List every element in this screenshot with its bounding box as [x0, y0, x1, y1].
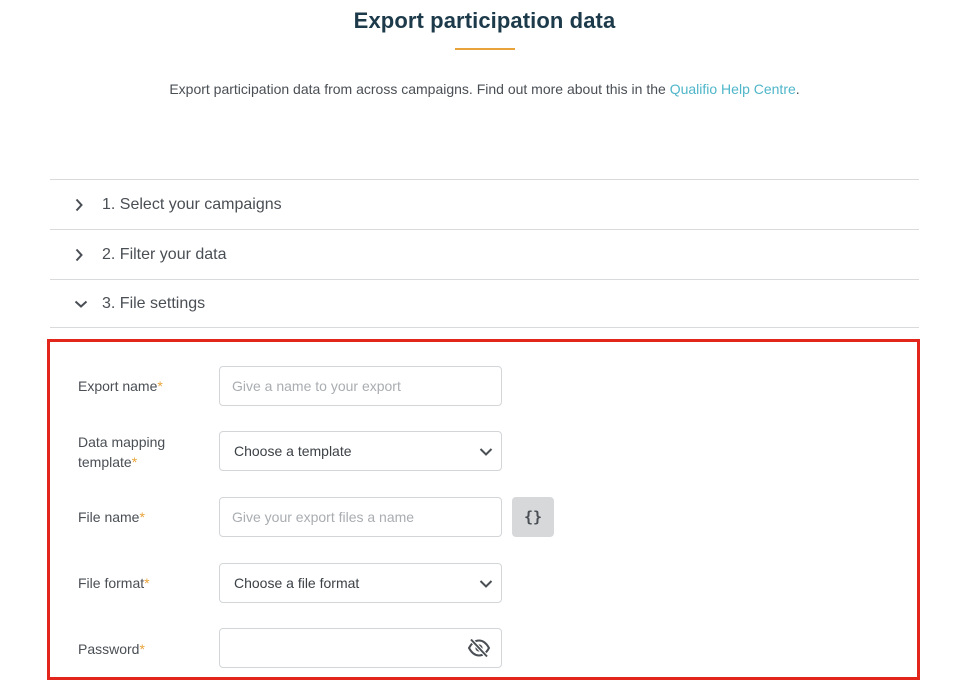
required-marker: *: [144, 575, 150, 591]
file-format-label: File format*: [78, 573, 150, 593]
chevron-down-icon: [479, 445, 493, 461]
password-label: Password*: [78, 639, 145, 659]
insert-variable-button[interactable]: {}: [512, 497, 554, 537]
accordion-section-file-settings[interactable]: 3. File settings: [50, 279, 919, 328]
export-name-input[interactable]: Give a name to your export: [219, 366, 502, 406]
export-name-label: Export name*: [78, 376, 163, 396]
eye-slash-icon[interactable]: [467, 638, 491, 661]
file-settings-panel: Export name* Give a name to your export …: [47, 339, 920, 680]
template-label: Data mapping template*: [78, 432, 165, 472]
file-format-label-text: File format: [78, 575, 145, 591]
accordion-section-campaigns[interactable]: 1. Select your campaigns: [50, 179, 919, 229]
file-name-label-text: File name: [78, 509, 140, 525]
page-subtitle: Export participation data from across ca…: [0, 81, 969, 97]
subtitle-end: .: [795, 81, 800, 97]
chevron-right-icon: [50, 248, 102, 262]
chevron-down-icon: [50, 299, 102, 309]
file-name-label: File name*: [78, 507, 145, 527]
accordion-section-label: 2. Filter your data: [102, 245, 227, 263]
file-name-input[interactable]: Give your export files a name: [219, 497, 502, 537]
export-steps-accordion: 1. Select your campaigns 2. Filter your …: [50, 179, 919, 328]
template-select[interactable]: Choose a template: [219, 431, 502, 471]
required-marker: *: [139, 641, 145, 657]
accordion-section-label: 1. Select your campaigns: [102, 195, 282, 213]
password-input[interactable]: [219, 628, 502, 668]
accordion-section-filter[interactable]: 2. Filter your data: [50, 229, 919, 279]
password-label-text: Password: [78, 641, 140, 657]
chevron-right-icon: [50, 198, 102, 212]
accordion-section-label: 3. File settings: [102, 294, 206, 312]
template-label-line2: template: [78, 454, 132, 470]
required-marker: *: [157, 378, 163, 394]
page-title: Export participation data: [353, 8, 616, 33]
file-format-select[interactable]: Choose a file format: [219, 563, 502, 603]
required-marker: *: [131, 454, 138, 470]
export-name-label-text: Export name: [78, 378, 158, 394]
template-label-line1: Data mapping: [78, 434, 166, 450]
chevron-down-icon: [479, 577, 493, 593]
help-centre-link[interactable]: Qualifio Help Centre: [670, 81, 796, 97]
title-underline: [455, 48, 515, 50]
template-select-value: Choose a template: [234, 443, 352, 459]
subtitle-text: Export participation data from across ca…: [169, 81, 666, 97]
required-marker: *: [139, 509, 145, 525]
file-format-select-value: Choose a file format: [234, 575, 360, 591]
